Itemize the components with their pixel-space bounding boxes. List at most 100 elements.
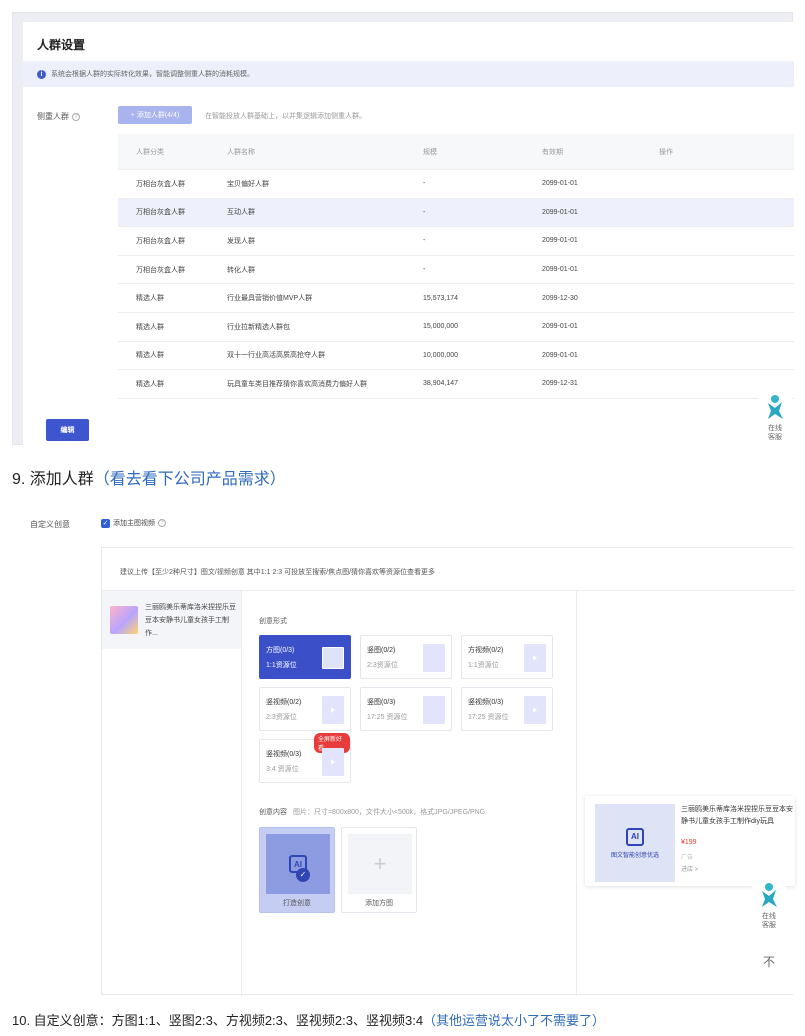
back-to-top-icon[interactable]: 不: [752, 951, 786, 977]
table-row[interactable]: 万相台灰盒人群 发现人群 - 2099-01-01: [118, 227, 794, 256]
step-10-note: （其他运营说太小了不需要了）: [423, 1013, 606, 1028]
product-thumbnail: [110, 606, 138, 634]
cell-category: 万相台灰盒人群: [136, 237, 185, 245]
step-10-heading: 10. 自定义创意：方图1:1、竖图2:3、方视频2:3、竖视频2:3、竖视频3…: [12, 1013, 606, 1028]
online-service-button[interactable]: 在线 客服: [758, 393, 792, 442]
cell-size: 15,000,000: [423, 323, 459, 331]
plus-icon: +: [373, 851, 387, 876]
table-row[interactable]: 万相台灰盒人群 互动人群 - 2099-01-01: [118, 198, 794, 228]
checkbox-checked-icon[interactable]: ✓: [101, 518, 110, 528]
table-header: 人群分类 人群名称 规模 有效期 操作: [118, 134, 794, 170]
upload-hint: 建议上传【至少2种尺寸】图文/视频创意 其中1:1 2:3 可投放至搜索/焦点图…: [120, 569, 436, 576]
format-square-video[interactable]: 方视频(0/2) 1:1资源位: [461, 635, 553, 679]
checkbox-label: 添加主图视频: [113, 520, 155, 527]
format-portrait-video-3-4[interactable]: 全屏新好看 竖视频(0/3) 3:4 资源位: [259, 733, 351, 783]
image-placeholder-icon: [423, 644, 445, 672]
table-row[interactable]: 精选人群 玩具童车类目推荐猜你喜欢高消费力偏好人群 38,904,147 209…: [118, 370, 794, 399]
preview-ad-tag: 广告: [681, 855, 694, 861]
image-placeholder-icon: [322, 647, 344, 669]
preview-title: 三丽鸥美乐蒂库洛米捏捏乐豆豆本安静书儿童女孩手工制作diy玩具: [681, 806, 793, 825]
format-square-image[interactable]: 方图(0/3) 1:1资源位: [259, 635, 351, 679]
video-play-icon: [322, 696, 344, 724]
product-item[interactable]: 三丽鸥美乐蒂库洛米捏捏乐豆豆本安静书儿童女孩手工制作...: [102, 591, 241, 649]
cell-name: 互动人群: [227, 209, 255, 217]
cell-name: 行业最具营销价值MVP人群: [227, 295, 313, 303]
cell-validity: 2099-12-30: [542, 294, 578, 302]
table-row[interactable]: 精选人群 行业拉新精选人群包 15,000,000 2099-01-01: [118, 313, 794, 342]
format-portrait-image-17-25[interactable]: 竖图(0/3) 17:25 资源位: [360, 687, 452, 731]
online-service-button[interactable]: 在线 客服: [752, 881, 786, 930]
info-banner: i 系统会根据人群的实际转化效果，智能调整侧重人群的消耗规模。: [23, 61, 794, 87]
preview-image: AI 图文智能创意优选: [595, 804, 675, 882]
table-row[interactable]: 万相台灰盒人群 宝贝偏好人群 - 2099-01-01: [118, 170, 794, 199]
focus-audience-label: 侧重人群 ?: [37, 111, 80, 122]
image-placeholder-icon: [423, 696, 445, 724]
custom-creative-label: 自定义创意: [30, 520, 70, 529]
help-icon[interactable]: ?: [72, 112, 80, 121]
table-row[interactable]: 精选人群 行业最具营销价值MVP人群 15,573,174 2099-12-30: [118, 284, 794, 313]
add-square-image-tile[interactable]: + 添加方图: [341, 827, 417, 913]
col-header-name: 人群名称: [227, 148, 255, 156]
step-9-heading: 9. 添加人群（看去看下公司产品需求）: [12, 471, 286, 488]
cell-validity: 2099-01-01: [542, 351, 578, 359]
step-9-note: （看去看下公司产品需求）: [93, 471, 286, 488]
cell-size: 15,573,174: [423, 294, 459, 302]
cell-category: 精选人群: [136, 380, 164, 388]
edit-button[interactable]: 编辑: [46, 419, 89, 441]
custom-creative-screenshot: 自定义创意 ✓ 添加主图视频 ? 建议上传【至少2种尺寸】图文/视频创意 其中1…: [12, 505, 795, 996]
product-list: 三丽鸥美乐蒂库洛米捏捏乐豆豆本安静书儿童女孩手工制作...: [102, 591, 242, 996]
service-mascot-icon: [762, 883, 777, 907]
cell-validity: 2099-01-01: [542, 208, 578, 216]
section-title: 人群设置: [37, 38, 86, 52]
cell-name: 转化人群: [227, 266, 255, 274]
cell-size: 38,904,147: [423, 380, 459, 388]
col-header-action: 操作: [659, 148, 673, 156]
audience-table: 人群分类 人群名称 规模 有效期 操作 万相台灰盒人群 宝贝偏好人群 - 209…: [118, 134, 794, 406]
info-icon: i: [37, 69, 46, 79]
cell-validity: 2099-01-01: [542, 237, 578, 245]
preview-shop-link: 进店 >: [681, 867, 699, 873]
format-portrait-video-17-25[interactable]: 竖视频(0/3) 17:25 资源位: [461, 687, 553, 731]
content-spec: 图片：尺寸=800x800，文件大小<500k，格式JPG/JPEG/PNG: [292, 809, 486, 816]
cell-validity: 2099-12-31: [542, 380, 578, 388]
cell-category: 万相台灰盒人群: [136, 180, 185, 188]
video-play-icon: [524, 696, 546, 724]
creative-editor-panel: 建议上传【至少2种尺寸】图文/视频创意 其中1:1 2:3 可投放至搜索/焦点图…: [101, 547, 795, 996]
table-row[interactable]: 万相台灰盒人群 转化人群 - 2099-01-01: [118, 256, 794, 285]
video-play-icon: [524, 644, 546, 672]
add-main-video-checkbox[interactable]: ✓ 添加主图视频 ?: [101, 518, 166, 528]
service-mascot-icon: [768, 395, 783, 419]
product-title: 三丽鸥美乐蒂库洛米捏捏乐豆豆本安静书儿童女孩手工制作...: [145, 604, 236, 637]
add-audience-hint: 在智能投放人群基础上，以并集逻辑添加侧重人群。: [205, 113, 366, 120]
audience-settings-screenshot: 人群设置 i 系统会根据人群的实际转化效果，智能调整侧重人群的消耗规模。 侧重人…: [12, 12, 794, 446]
cell-size: -: [423, 266, 426, 274]
format-portrait-video[interactable]: 竖视频(0/2) 2:3资源位: [259, 687, 351, 731]
cell-validity: 2099-01-01: [542, 180, 578, 188]
create-creative-tile[interactable]: AI ✓ 打造创意: [259, 827, 335, 913]
preview-card: AI 图文智能创意优选 三丽鸥美乐蒂库洛米捏捏乐豆豆本安静书儿童女孩手工制作di…: [585, 796, 795, 886]
cell-category: 精选人群: [136, 295, 164, 303]
video-play-icon: [322, 748, 344, 776]
col-header-validity: 有效期: [542, 148, 563, 156]
info-text: 系统会根据人群的实际转化效果，智能调整侧重人群的消耗规模。: [51, 71, 254, 78]
cell-name: 行业拉新精选人群包: [227, 323, 290, 331]
table-row[interactable]: 精选人群 双十一行业高活高质高抢夺人群 10,000,000 2099-01-0…: [118, 342, 794, 371]
add-audience-button[interactable]: + 添加人群(4/4): [118, 106, 192, 124]
cell-size: -: [423, 180, 426, 188]
cell-size: -: [423, 208, 426, 216]
check-icon: ✓: [296, 868, 310, 882]
format-portrait-image[interactable]: 竖图(0/2) 2:3资源位: [360, 635, 452, 679]
cell-category: 万相台灰盒人群: [136, 266, 185, 274]
cell-category: 万相台灰盒人群: [136, 209, 185, 217]
creative-config-column: 创意形式 方图(0/3) 1:1资源位 竖图(0/2) 2:3资源位 方视频(0…: [243, 591, 577, 996]
tile-label: 添加方图: [365, 900, 393, 907]
creative-form-label: 创意形式: [259, 618, 287, 625]
cell-name: 发现人群: [227, 237, 255, 245]
tile-label: 打造创意: [283, 900, 311, 907]
cell-category: 精选人群: [136, 323, 164, 331]
help-icon[interactable]: ?: [158, 519, 166, 527]
audience-settings-card: 人群设置 i 系统会根据人群的实际转化效果，智能调整侧重人群的消耗规模。 侧重人…: [23, 22, 794, 446]
cell-size: 10,000,000: [423, 351, 459, 359]
cell-name: 宝贝偏好人群: [227, 180, 269, 188]
preview-image-caption: 图文智能创意优选: [610, 852, 659, 859]
